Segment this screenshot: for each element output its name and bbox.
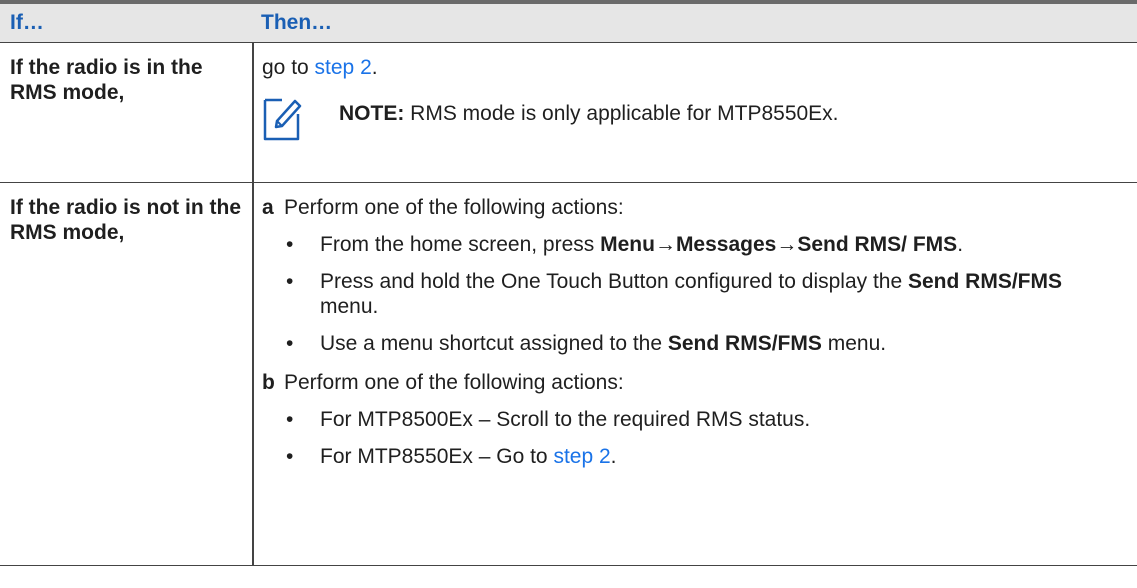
note-box: NOTE: RMS mode is only applicable for MT… xyxy=(262,94,1137,142)
note-pencil-icon xyxy=(263,98,302,140)
table-header-row: If… Then… xyxy=(0,0,1137,43)
step-a-text: Perform one of the following actions: xyxy=(284,195,624,219)
list-item: • For MTP8550Ex – Go to step 2. xyxy=(286,444,617,468)
step-b-bullets: • For MTP8500Ex – Scroll to the required… xyxy=(284,407,1137,469)
condition-cell: If the radio is in the RMS mode, xyxy=(0,42,254,183)
step-letter: a xyxy=(262,195,274,219)
if-column-header: If… xyxy=(0,0,253,43)
bullet-icon: • xyxy=(286,444,294,468)
bullet-icon: • xyxy=(286,269,294,293)
step-2-link[interactable]: step 2 xyxy=(315,56,372,79)
bullet-icon: • xyxy=(286,232,294,256)
step-letter: b xyxy=(262,370,275,394)
action-cell: a Perform one of the following actions: … xyxy=(253,182,1137,566)
note-label: NOTE: xyxy=(339,101,405,125)
step-a: a Perform one of the following actions: … xyxy=(262,195,1137,368)
document-page: If… Then… If the radio is in the RMS mod… xyxy=(0,0,1137,588)
then-column-header: Then… xyxy=(253,0,1137,43)
if-then-table: If… Then… If the radio is in the RMS mod… xyxy=(0,0,1137,566)
table-row: If the radio is not in the RMS mode, a P… xyxy=(0,182,1137,566)
step-a-bullets: • From the home screen, press Menu→Messa… xyxy=(284,232,1137,356)
list-item: • Use a menu shortcut assigned to the Se… xyxy=(286,331,887,355)
condition-cell: If the radio is not in the RMS mode, xyxy=(0,182,254,566)
bullet-icon: • xyxy=(286,331,294,355)
action-text: go to step 2. xyxy=(262,55,378,79)
list-item: • Press and hold the One Touch Button co… xyxy=(286,269,1063,318)
table-row: If the radio is in the RMS mode, go to s… xyxy=(0,42,1137,183)
list-item: • From the home screen, press Menu→Messa… xyxy=(286,232,964,256)
step-b: b Perform one of the following actions: … xyxy=(262,370,1137,481)
step-2-link[interactable]: step 2 xyxy=(553,445,610,468)
note-text: NOTE: RMS mode is only applicable for MT… xyxy=(339,101,839,125)
step-b-text: Perform one of the following actions: xyxy=(284,370,624,394)
bullet-icon: • xyxy=(286,407,294,431)
list-item: • For MTP8500Ex – Scroll to the required… xyxy=(286,407,811,431)
action-cell: go to step 2. NOTE: RMS mode is only app… xyxy=(253,42,1137,183)
